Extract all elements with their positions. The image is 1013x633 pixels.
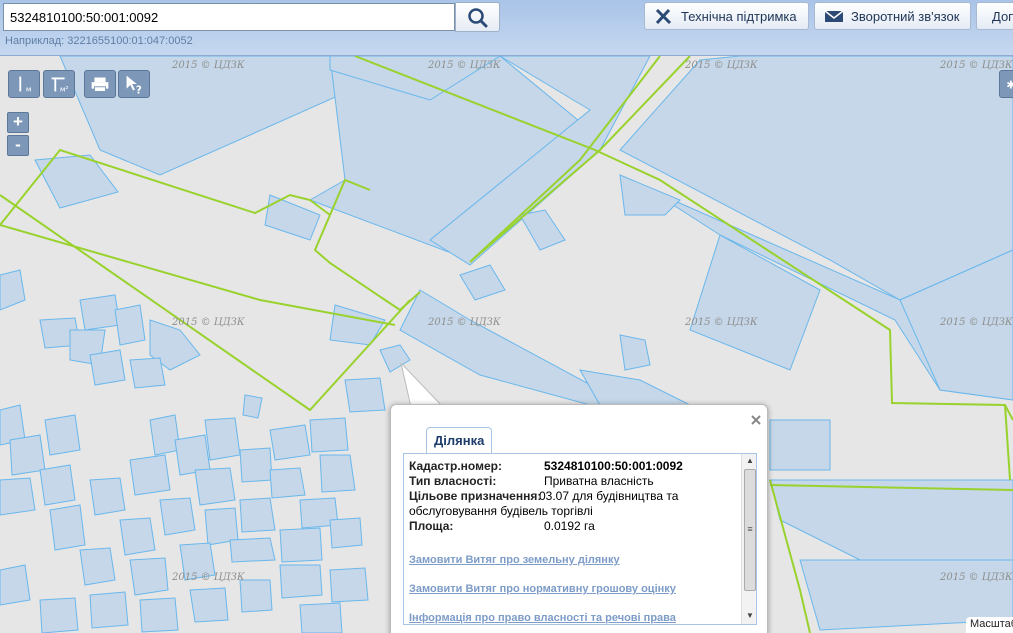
tools-icon — [655, 8, 672, 25]
svg-text:2015 © ЦДЗК: 2015 © ЦДЗК — [939, 572, 1013, 583]
svg-text:2015 © ЦДЗК: 2015 © ЦДЗК — [427, 317, 501, 328]
svg-text:м²: м² — [60, 84, 69, 93]
svg-text:2015 © ЦДЗК: 2015 © ЦДЗК — [171, 60, 245, 71]
search-button[interactable] — [455, 2, 500, 32]
field-value: 0.0192 га — [544, 519, 595, 533]
close-icon[interactable] — [749, 413, 763, 427]
field-value: 5324810100:50:001:0092 — [544, 459, 683, 473]
popup-scrollbar[interactable]: ▲ ≡ ▼ — [741, 454, 756, 624]
svg-text:✱: ✱ — [1006, 79, 1013, 92]
svg-text:2015 © ЦДЗК: 2015 © ЦДЗК — [171, 572, 245, 583]
top-bar: Наприклад: 3221655100:01:047:0052 Техніч… — [0, 0, 1013, 56]
identify-icon: ? — [126, 75, 142, 96]
scroll-up-icon[interactable]: ▲ — [742, 454, 756, 468]
parcel — [619, 334, 651, 371]
ownership-info-link[interactable]: Інформація про право власності та речові… — [409, 612, 676, 624]
measure-distance-icon: м — [19, 76, 32, 93]
order-extract-link[interactable]: Замовити Витяг про земельну ділянку — [409, 554, 620, 566]
feedback-label: Зворотний зв'язок — [851, 8, 960, 24]
zoom-out-button[interactable]: - — [7, 135, 29, 156]
print-icon — [91, 77, 109, 92]
layers-icon: ✱ — [1006, 79, 1013, 92]
measure-area-icon: м² — [51, 77, 69, 93]
field-cadastral-number: Кадастр.номер: 5324810100:50:001:0092 — [409, 459, 683, 473]
scroll-thumb[interactable]: ≡ — [744, 469, 756, 591]
cadastral-search-input[interactable] — [3, 3, 455, 31]
scroll-down-icon[interactable]: ▼ — [742, 609, 756, 623]
measure-distance-button[interactable]: м — [8, 70, 40, 98]
field-label: Площа: — [409, 519, 454, 533]
svg-text:2015 © ЦДЗК: 2015 © ЦДЗК — [171, 317, 245, 328]
svg-text:2015 © ЦДЗК: 2015 © ЦДЗК — [684, 317, 758, 328]
search-hint: Наприклад: 3221655100:01:047:0052 — [5, 35, 193, 47]
field-value: Приватна власність — [544, 474, 654, 488]
measure-area-button[interactable]: м² — [43, 70, 75, 98]
svg-text:2015 © ЦДЗК: 2015 © ЦДЗК — [427, 60, 501, 71]
print-button[interactable] — [84, 70, 116, 98]
feedback-button[interactable]: Зворотний зв'язок — [814, 2, 971, 30]
svg-text:м: м — [26, 84, 32, 93]
field-ownership-type: Тип власності: Приватна власність — [409, 474, 654, 488]
tab-parcel[interactable]: Ділянка — [426, 427, 493, 454]
field-value: 03.07 для будівництва та обслуговування … — [409, 489, 679, 518]
search-icon — [468, 8, 488, 28]
svg-text:2015 © ЦДЗК: 2015 © ЦДЗК — [939, 317, 1013, 328]
identify-button[interactable]: ? — [118, 70, 150, 98]
envelope-icon — [824, 10, 844, 22]
layers-button[interactable]: ✱ — [999, 70, 1013, 98]
more-label: Доп — [992, 8, 1013, 24]
svg-text:?: ? — [136, 85, 142, 96]
parcel — [769, 419, 831, 471]
parcel-info-popup: Ділянка Кадастр.номер: 5324810100:50:001… — [390, 404, 768, 633]
field-label: Кадастр.номер: — [409, 459, 502, 473]
scale-bar: Масштаб — [966, 617, 1013, 633]
zoom-in-button[interactable]: + — [7, 112, 29, 133]
field-label: Тип власності: — [409, 474, 497, 488]
field-purpose: Цільове призначення: 03.07 для будівницт… — [409, 489, 739, 519]
field-area: Площа: 0.0192 га — [409, 519, 595, 533]
support-label: Технічна підтримка — [681, 8, 797, 24]
order-valuation-link[interactable]: Замовити Витяг про нормативну грошову оц… — [409, 583, 676, 595]
support-button[interactable]: Технічна підтримка — [644, 2, 809, 30]
parcel-details: Кадастр.номер: 5324810100:50:001:0092 Ти… — [403, 453, 757, 625]
svg-text:2015 © ЦДЗК: 2015 © ЦДЗК — [684, 60, 758, 71]
more-button[interactable]: Доп — [976, 2, 1013, 30]
